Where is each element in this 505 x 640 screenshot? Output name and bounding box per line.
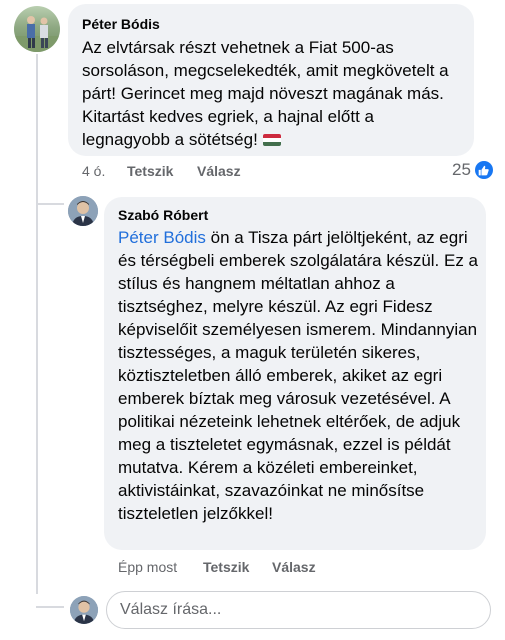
comment-text: Az elvtársak részt vehetnek a Fiat 500-a… bbox=[82, 36, 462, 151]
reply-button[interactable]: Válasz bbox=[272, 559, 316, 575]
comment-body: Az elvtársak részt vehetnek a Fiat 500-a… bbox=[82, 38, 449, 149]
comment-body: ön a Tisza párt jelöltjeként, az egri és… bbox=[118, 228, 479, 523]
reply-button[interactable]: Válasz bbox=[197, 163, 241, 179]
person-photo-icon bbox=[68, 196, 98, 226]
reaction-count: 25 bbox=[452, 160, 471, 179]
thread-line bbox=[36, 54, 38, 594]
comment-author[interactable]: Péter Bódis bbox=[82, 16, 160, 32]
avatar[interactable] bbox=[68, 196, 98, 226]
like-button[interactable]: Tetszik bbox=[203, 559, 249, 575]
comment-actions: Válasz bbox=[272, 559, 316, 575]
comment-text: Péter Bódis ön a Tisza párt jelöltjeként… bbox=[118, 226, 478, 525]
person-photo-icon bbox=[70, 596, 98, 624]
thread-connector bbox=[36, 606, 64, 608]
comment-time[interactable]: Épp most bbox=[118, 559, 177, 575]
mention-link[interactable]: Péter Bódis bbox=[118, 228, 206, 247]
comment-actions: Tetszik bbox=[127, 163, 173, 179]
hungary-flag-icon bbox=[262, 134, 281, 146]
comment-actions: Tetszik bbox=[203, 559, 249, 575]
comment-author[interactable]: Szabó Róbert bbox=[118, 207, 208, 223]
like-icon bbox=[474, 161, 493, 179]
avatar[interactable] bbox=[14, 6, 60, 52]
comment-meta: Épp most bbox=[118, 559, 177, 575]
reply-input[interactable]: Válasz írása... bbox=[106, 591, 491, 629]
reaction-summary[interactable]: 25 bbox=[452, 160, 493, 180]
comment-time[interactable]: 4 ó. bbox=[82, 163, 105, 179]
like-button[interactable]: Tetszik bbox=[127, 163, 173, 179]
comment-actions: Válasz bbox=[197, 163, 241, 179]
comment-meta: 4 ó. bbox=[82, 163, 105, 179]
avatar bbox=[70, 596, 98, 624]
reply-placeholder: Válasz írása... bbox=[120, 601, 222, 618]
thread-connector bbox=[36, 203, 64, 205]
person-photo-icon bbox=[14, 16, 60, 52]
